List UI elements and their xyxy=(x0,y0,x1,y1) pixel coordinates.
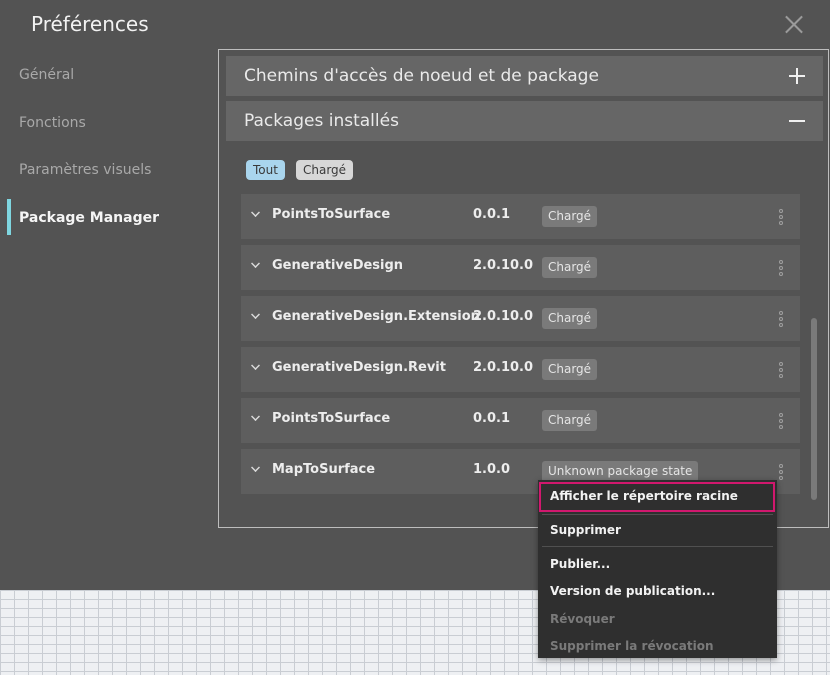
filter-all-button[interactable]: Tout xyxy=(246,160,285,180)
chevron-down-icon[interactable] xyxy=(251,310,260,319)
menu-divider xyxy=(542,546,773,547)
status-badge: Chargé xyxy=(542,257,598,278)
nav-active-indicator xyxy=(7,199,11,235)
nav-item-visual-settings[interactable]: Paramètres visuels xyxy=(19,162,151,178)
package-name: GenerativeDesign.Revit xyxy=(272,360,446,375)
nav-item-general[interactable]: Général xyxy=(19,67,74,83)
menu-item-publish-version[interactable]: Version de publication... xyxy=(550,584,715,598)
plus-icon[interactable] xyxy=(789,68,805,84)
menu-item-undeprecate: Supprimer la révocation xyxy=(550,639,714,653)
package-name: GenerativeDesign xyxy=(272,258,404,273)
status-badge: Chargé xyxy=(542,359,598,380)
more-options-icon[interactable] xyxy=(779,362,783,378)
dialog-title: Préférences xyxy=(31,12,149,36)
chevron-down-icon[interactable] xyxy=(251,259,260,268)
more-options-icon[interactable] xyxy=(779,209,783,225)
more-options-icon[interactable] xyxy=(779,260,783,276)
section-header-paths-label: Chemins d'accès de noeud et de package xyxy=(244,66,599,86)
package-row[interactable]: PointsToSurface 0.0.1 Chargé xyxy=(241,398,800,443)
package-version: 0.0.1 xyxy=(473,411,511,426)
package-row[interactable]: GenerativeDesign.Revit 2.0.10.0 Chargé xyxy=(241,347,800,392)
package-version: 1.0.0 xyxy=(473,462,511,477)
chevron-down-icon[interactable] xyxy=(251,361,260,370)
chevron-down-icon[interactable] xyxy=(251,208,260,217)
filter-loaded-button[interactable]: Chargé xyxy=(296,160,354,180)
package-row[interactable]: GenerativeDesign.Extension 2.0.10.0 Char… xyxy=(241,296,800,341)
package-manager-panel: Chemins d'accès de noeud et de package P… xyxy=(218,49,829,528)
package-name: GenerativeDesign.Extension xyxy=(272,309,480,324)
more-options-icon[interactable] xyxy=(779,413,783,429)
chevron-down-icon[interactable] xyxy=(251,463,260,472)
scrollbar[interactable] xyxy=(811,318,817,500)
package-name: MapToSurface xyxy=(272,462,376,477)
package-version: 2.0.10.0 xyxy=(473,360,534,375)
package-version: 2.0.10.0 xyxy=(473,309,534,324)
menu-item-deprecate: Révoquer xyxy=(550,612,615,626)
nav-item-package-manager[interactable]: Package Manager xyxy=(19,210,159,226)
menu-divider xyxy=(542,514,773,515)
section-header-paths[interactable]: Chemins d'accès de noeud et de package xyxy=(226,56,823,96)
status-badge: Unknown package state xyxy=(542,461,699,482)
menu-item-publish[interactable]: Publier... xyxy=(550,557,610,571)
package-row[interactable]: PointsToSurface 0.0.1 Chargé xyxy=(241,194,800,239)
package-version: 0.0.1 xyxy=(473,207,511,222)
chevron-down-icon[interactable] xyxy=(251,412,260,421)
package-name: PointsToSurface xyxy=(272,411,391,426)
package-version: 2.0.10.0 xyxy=(473,258,534,273)
package-row[interactable]: GenerativeDesign 2.0.10.0 Chargé xyxy=(241,245,800,290)
menu-item-delete[interactable]: Supprimer xyxy=(550,523,621,537)
status-badge: Chargé xyxy=(542,308,598,329)
more-options-icon[interactable] xyxy=(779,464,783,480)
section-header-installed-label: Packages installés xyxy=(244,111,399,131)
minus-icon[interactable] xyxy=(789,113,805,129)
package-context-menu: Afficher le répertoire racine Supprimer … xyxy=(538,480,777,658)
menu-item-show-root-directory[interactable]: Afficher le répertoire racine xyxy=(550,489,738,503)
nav-item-features[interactable]: Fonctions xyxy=(19,115,86,131)
section-header-installed[interactable]: Packages installés xyxy=(226,101,823,141)
package-name: PointsToSurface xyxy=(272,207,391,222)
status-badge: Chargé xyxy=(542,206,598,227)
status-badge: Chargé xyxy=(542,410,598,431)
close-icon[interactable] xyxy=(784,14,804,34)
more-options-icon[interactable] xyxy=(779,311,783,327)
